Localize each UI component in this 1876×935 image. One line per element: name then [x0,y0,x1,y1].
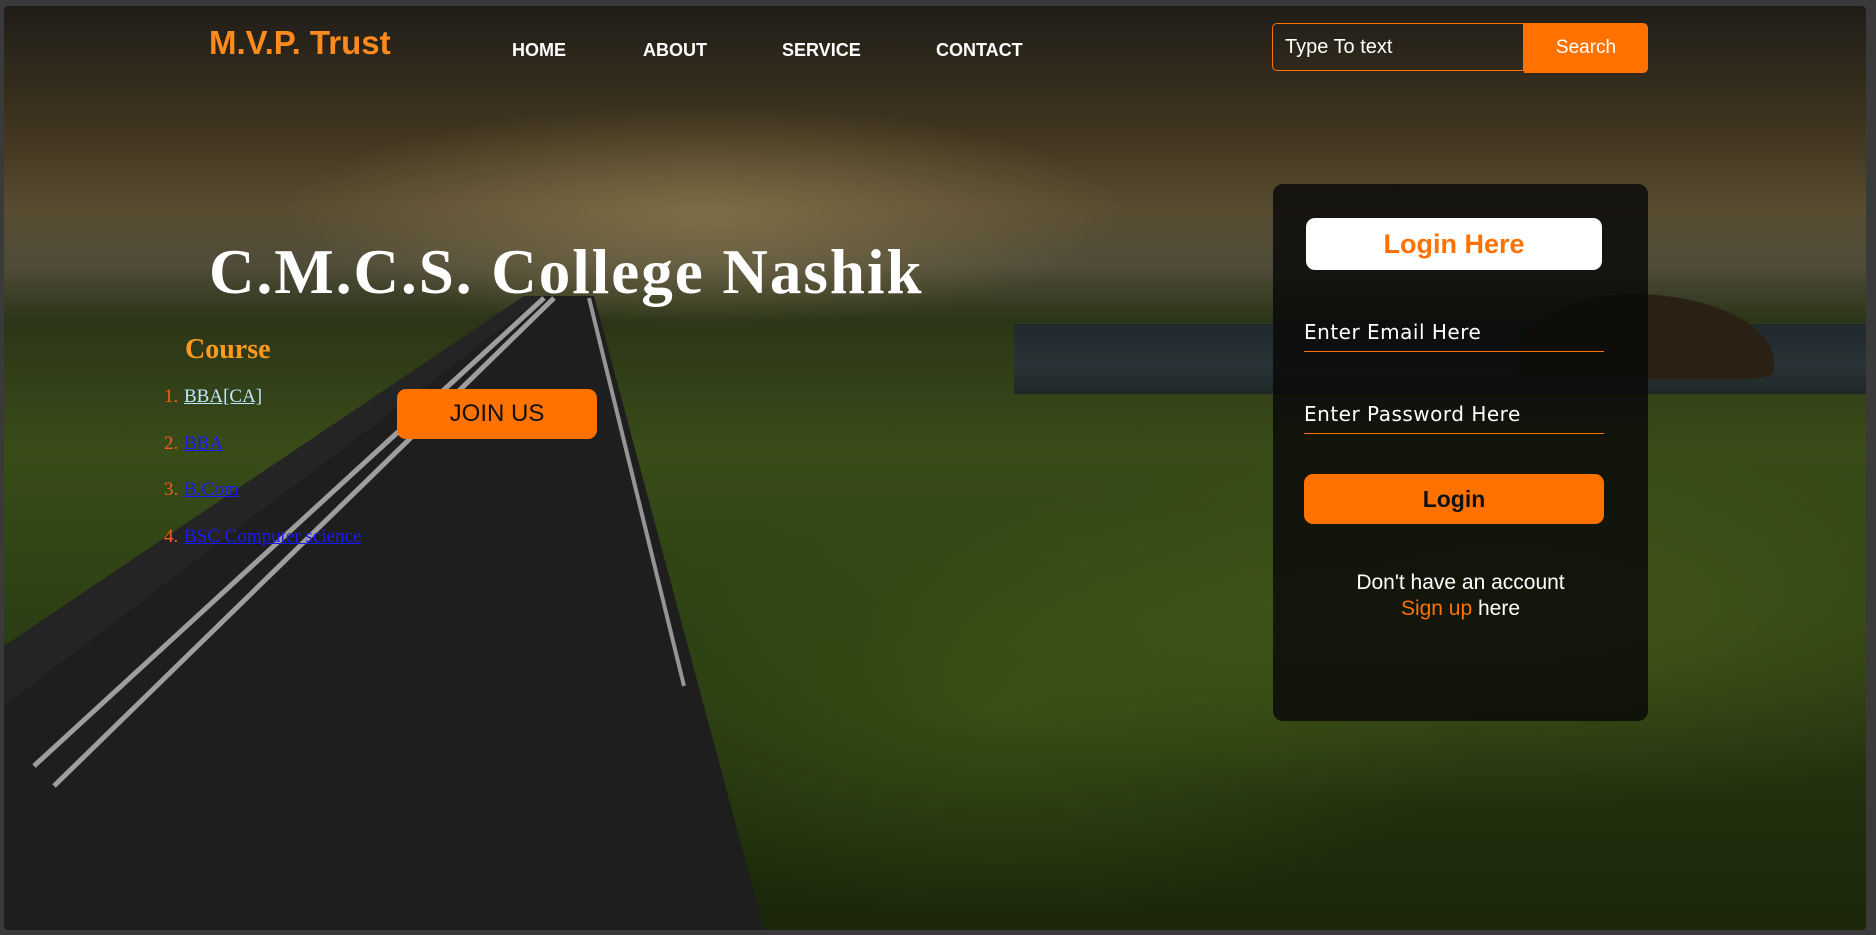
list-number: 1. [164,386,179,407]
login-heading: Login Here [1306,218,1602,270]
course-link-bba-ca[interactable]: BBA[CA] [184,386,262,407]
join-us-button[interactable]: JOIN US [397,389,597,439]
list-item: 4. BSC Computer science [164,526,361,573]
email-field[interactable] [1304,312,1604,352]
list-item: 3. B.Com [164,479,361,526]
nav-about[interactable]: ABOUT [643,40,707,61]
no-account-text: Don't have an account [1356,571,1565,594]
password-field[interactable] [1304,394,1604,434]
login-panel: Login Here Login Don't have an account S… [1273,184,1648,721]
page-title: C.M.C.S. College Nashik [209,237,924,307]
list-number: 4. [164,525,179,547]
nav-home[interactable]: HOME [512,40,566,61]
search-input[interactable] [1272,23,1524,71]
course-link-bba[interactable]: BBA [184,433,223,454]
signup-prompt: Don't have an account Sign up here [1273,570,1648,622]
course-link-bsc-cs[interactable]: BSC Computer science [184,526,361,547]
list-number: 3. [164,479,179,500]
login-button[interactable]: Login [1304,474,1604,524]
course-link-bcom[interactable]: B.Com [184,479,238,500]
list-item: 2. BBA [164,433,361,480]
nav-service[interactable]: SERVICE [782,40,861,61]
search-button[interactable]: Search [1524,23,1648,73]
list-item: 1. BBA[CA] [164,386,361,433]
nav-contact[interactable]: CONTACT [936,40,1023,61]
list-number: 2. [164,432,179,454]
brand-logo: M.V.P. Trust [209,24,391,61]
signup-link[interactable]: Sign up [1401,597,1472,620]
course-heading: Course [185,334,271,365]
course-list: 1. BBA[CA] 2. BBA 3. B.Com 4. BSC Computer s… [164,386,361,572]
signup-suffix: here [1472,597,1521,620]
